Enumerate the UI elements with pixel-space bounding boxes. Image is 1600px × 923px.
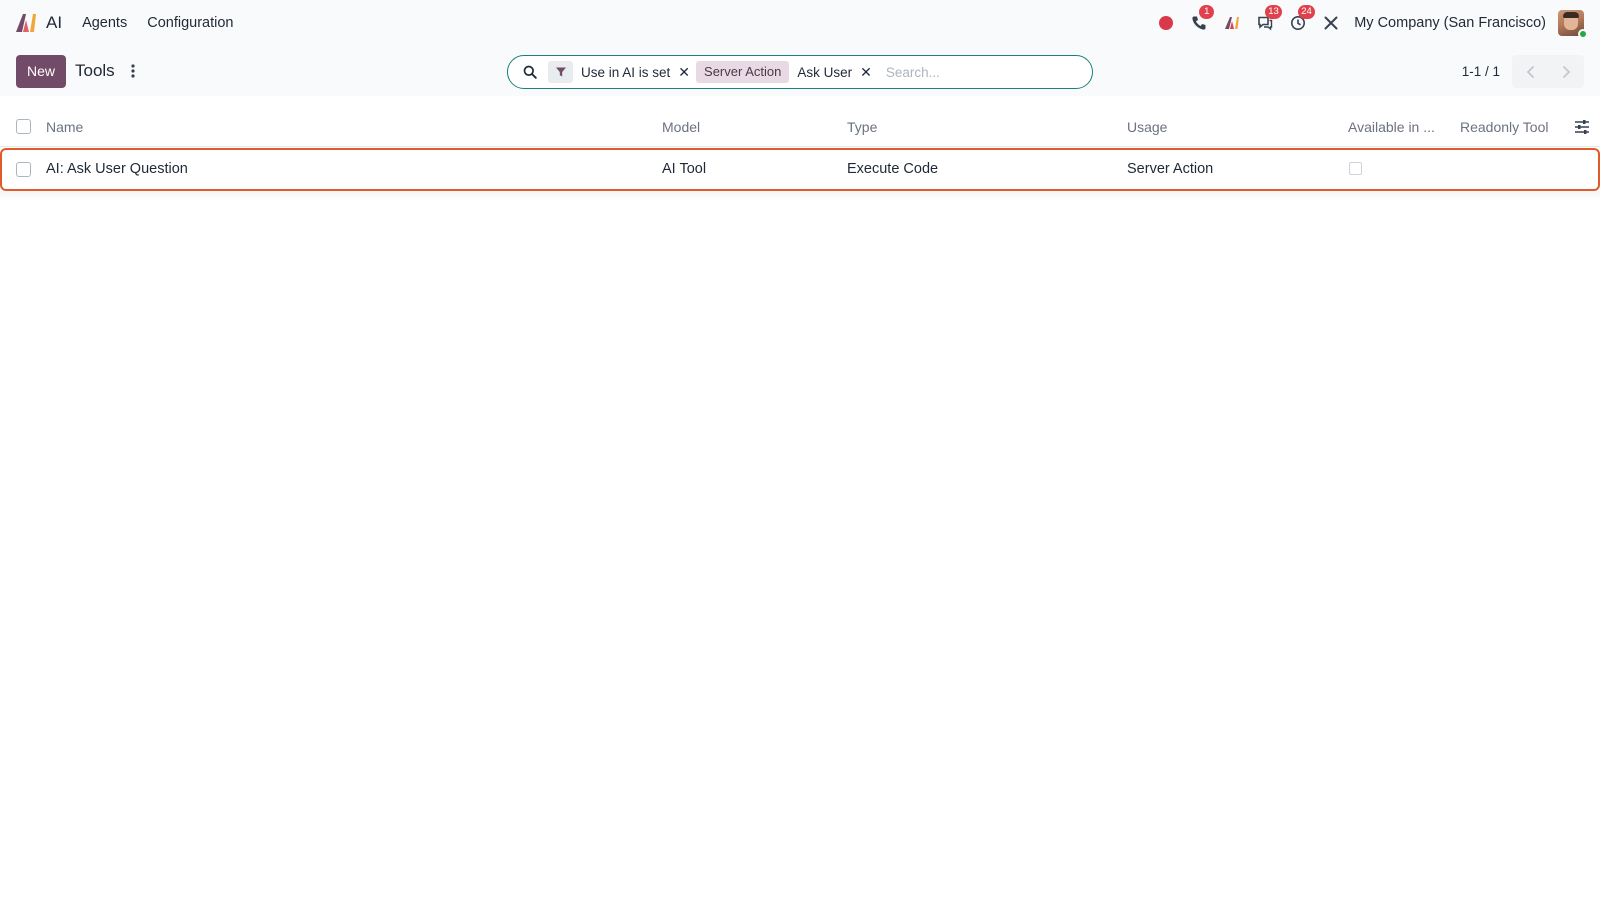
cell-usage: Server Action bbox=[1127, 161, 1214, 177]
activity-badge: 24 bbox=[1298, 5, 1315, 19]
select-all-checkbox[interactable] bbox=[16, 119, 31, 134]
ai-icon[interactable] bbox=[1223, 14, 1241, 32]
column-type[interactable]: Type bbox=[847, 119, 877, 135]
search-bar: Use in AI is set ✕ Server Action Ask Use… bbox=[507, 55, 1093, 89]
tools-list: Name Model Type Usage Available in ... R… bbox=[0, 107, 1600, 201]
table-row[interactable]: AI: Ask User Question AI Tool Execute Co… bbox=[0, 148, 1600, 191]
column-model[interactable]: Model bbox=[662, 119, 700, 135]
row-checkbox[interactable] bbox=[16, 162, 31, 177]
cell-model: AI Tool bbox=[662, 161, 707, 177]
record-icon[interactable] bbox=[1157, 14, 1175, 32]
chat-badge: 13 bbox=[1265, 5, 1282, 19]
pager-value[interactable]: 1-1 / 1 bbox=[1462, 64, 1500, 79]
new-button[interactable]: New bbox=[16, 54, 66, 88]
pager-previous-icon[interactable] bbox=[1512, 55, 1548, 88]
group-facet-value: Ask User bbox=[797, 64, 853, 80]
app-name[interactable]: AI bbox=[46, 13, 62, 33]
column-readonly-tool[interactable]: Readonly Tool bbox=[1460, 119, 1548, 135]
phone-badge: 1 bbox=[1199, 5, 1215, 19]
activity-clock-icon[interactable]: 24 bbox=[1289, 5, 1315, 32]
column-usage[interactable]: Usage bbox=[1127, 119, 1167, 135]
group-facet: Server Action Ask User ✕ bbox=[696, 61, 872, 83]
user-avatar[interactable] bbox=[1558, 10, 1588, 39]
menu-agents[interactable]: Agents bbox=[82, 15, 127, 31]
table-header: Name Model Type Usage Available in ... R… bbox=[0, 107, 1600, 147]
remove-group-facet-icon[interactable]: ✕ bbox=[860, 64, 872, 81]
list-footer-shadow bbox=[0, 191, 1600, 201]
chat-icon[interactable]: 13 bbox=[1256, 5, 1282, 32]
filter-facet-value: Use in AI is set bbox=[581, 64, 671, 80]
column-name[interactable]: Name bbox=[46, 119, 83, 135]
group-facet-label: Server Action bbox=[696, 61, 790, 83]
cell-type: Execute Code bbox=[847, 161, 939, 177]
pager-buttons bbox=[1512, 55, 1584, 88]
pager-next-icon[interactable] bbox=[1548, 55, 1584, 88]
top-navbar: AI Agents Configuration 1 13 24 My Compa… bbox=[0, 0, 1600, 46]
column-available-in[interactable]: Available in ... bbox=[1348, 119, 1435, 135]
phone-icon[interactable]: 1 bbox=[1190, 5, 1215, 32]
search-icon[interactable] bbox=[522, 64, 538, 80]
optional-columns-icon[interactable] bbox=[1574, 119, 1590, 135]
actions-menu-icon[interactable] bbox=[128, 63, 138, 79]
company-switcher[interactable]: My Company (San Francisco) bbox=[1354, 15, 1546, 31]
pager: 1-1 / 1 bbox=[1462, 55, 1584, 88]
cell-available-in-checkbox[interactable] bbox=[1349, 162, 1362, 175]
control-panel: New Tools Use in AI is set ✕ Server Acti… bbox=[0, 46, 1600, 96]
search-input[interactable] bbox=[885, 64, 1056, 80]
filter-icon bbox=[548, 61, 573, 83]
systray: 1 13 24 My Company (San Francisco) bbox=[1142, 5, 1588, 39]
cell-name: AI: Ask User Question bbox=[46, 161, 188, 177]
remove-filter-facet-icon[interactable]: ✕ bbox=[678, 64, 690, 81]
tools-icon[interactable] bbox=[1322, 14, 1340, 32]
menu-configuration[interactable]: Configuration bbox=[147, 15, 233, 31]
ai-app-logo-icon[interactable] bbox=[14, 11, 38, 35]
filter-facet: Use in AI is set ✕ bbox=[548, 61, 690, 83]
online-status-icon bbox=[1578, 29, 1588, 39]
page-title: Tools bbox=[75, 61, 115, 80]
